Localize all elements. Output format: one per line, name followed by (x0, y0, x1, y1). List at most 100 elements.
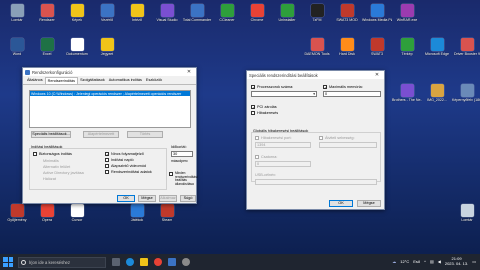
weather-label: 12°C (400, 258, 410, 264)
store-icon[interactable] (168, 258, 176, 266)
desktop-icon[interactable]: Visual Studio (152, 4, 182, 28)
cancel-button[interactable]: Mégse (138, 195, 156, 202)
desktop-icon[interactable]: Uninstaller (272, 4, 302, 28)
base-video-checkbox[interactable] (105, 164, 109, 168)
desktop-icon[interactable]: Word (2, 38, 32, 62)
desktop: Lomtár Rendszer Képek Vezérlő Intéző Visual S… (0, 0, 480, 254)
max-mem-input[interactable]: 0 (323, 91, 381, 97)
timeout-input[interactable]: 30 (171, 151, 193, 157)
tab-tools[interactable]: Eszközök (144, 77, 164, 84)
debug-checkbox[interactable] (251, 111, 255, 115)
pci-lock-checkbox[interactable]: ✓ (251, 105, 255, 110)
app-icon (10, 38, 24, 51)
windows-start-icon[interactable] (3, 257, 13, 267)
channel-input[interactable]: 0 (255, 161, 311, 167)
desktop-icon-label: SWAT3 (371, 52, 383, 56)
proc-count-select[interactable]: ▾ (251, 91, 317, 97)
chrome-icon[interactable] (154, 258, 162, 266)
desktop-icon[interactable]: Total Commander (182, 4, 212, 28)
max-mem-checkbox[interactable]: ✓ (323, 85, 327, 90)
tab-general[interactable]: Általános (25, 77, 45, 84)
desktop-icon[interactable]: Dokumentum (62, 38, 92, 62)
task-view-icon[interactable] (112, 258, 120, 266)
ok-button[interactable]: OK (117, 195, 135, 202)
baud-checkbox[interactable] (319, 136, 323, 140)
no-gui-checkbox[interactable]: ✓ (105, 152, 109, 157)
desktop-icon[interactable]: Lomtár (452, 204, 480, 228)
permanent-checkbox[interactable] (169, 172, 173, 176)
desktop-icon-label: Intéző (132, 18, 142, 22)
desktop-icon[interactable]: Rendszer (32, 4, 62, 28)
os-info-checkbox[interactable] (105, 170, 109, 174)
set-default-button[interactable]: Alapértelmezett (83, 131, 119, 138)
desktop-icon[interactable]: Brothers - The Ne... (392, 84, 422, 108)
usb-input[interactable] (255, 179, 377, 185)
close-icon[interactable]: ✕ (184, 69, 194, 76)
boot-log-checkbox[interactable] (105, 158, 109, 162)
desktop-icon[interactable]: Cursor (62, 204, 92, 228)
network-icon[interactable]: ▤ (430, 259, 434, 264)
desktop-icon[interactable]: SWAT3 (362, 38, 392, 62)
close-icon[interactable]: ✕ (372, 72, 382, 79)
edge-icon[interactable] (126, 258, 134, 266)
desktop-icon[interactable]: Gyűjtemény (2, 204, 32, 228)
desktop-icon[interactable]: Opera (32, 204, 62, 228)
debug-port-checkbox[interactable] (255, 136, 259, 140)
desktop-icon[interactable]: SWAT3 MOD (332, 4, 362, 28)
explorer-icon[interactable] (140, 258, 148, 266)
app-icon (10, 204, 24, 217)
desktop-icon-label: CCleaner (219, 18, 235, 22)
desktop-icon[interactable]: Windows Media Player (362, 4, 392, 28)
tab-startup[interactable]: Automatikus indítás (107, 77, 144, 84)
search-icon (21, 259, 26, 265)
taskbar-search-input[interactable]: Írjon ide a kereséshez (18, 256, 106, 268)
desktop-icon[interactable]: Chrome (242, 4, 272, 28)
desktop-icon[interactable]: Jegyzet (92, 38, 122, 62)
app-icon (220, 4, 234, 17)
desktop-icon[interactable]: Térkép (392, 38, 422, 62)
proc-count-checkbox[interactable]: ✓ (251, 85, 255, 90)
desktop-icon[interactable]: CCleaner (212, 4, 242, 28)
tab-boot[interactable]: Rendszerindítás (44, 77, 79, 84)
desktop-icon-label: Opera (42, 218, 52, 222)
app-icon (130, 204, 144, 217)
desktop-icon[interactable]: Driver Booster 9 (452, 38, 480, 62)
advanced-options-button[interactable]: Speciális beállítások... (31, 131, 71, 138)
desktop-icon[interactable]: DAEMON Tools (302, 38, 332, 62)
notification-icon[interactable]: ▭ (472, 259, 476, 264)
desktop-icon[interactable]: IMG_2022... (422, 84, 452, 108)
desktop-icon[interactable]: Képek (62, 4, 92, 28)
desktop-icon[interactable]: WinRAR.exe (392, 4, 422, 28)
desktop-icon[interactable]: Excel (32, 38, 62, 62)
desktop-icon[interactable]: 7zFM (302, 4, 332, 28)
safe-boot-checkbox[interactable] (33, 152, 37, 156)
dialog-cancel-button[interactable]: Mégse (357, 200, 381, 207)
dialog-title: Speciális rendszerindítási beállítások (249, 72, 318, 78)
desktop-icon[interactable]: Intéző (122, 4, 152, 28)
delete-button[interactable]: Törlés (127, 131, 163, 138)
clock-date: 2023. 04. 13. (444, 261, 469, 266)
tab-services[interactable]: Szolgáltatások (78, 77, 107, 84)
desktop-icon[interactable]: Vezérlő (92, 4, 122, 28)
desktop-icon-label: IMG_2022... (427, 98, 447, 102)
apply-button[interactable]: Alkalmaz (159, 195, 177, 202)
dialog-ok-button[interactable]: OK (329, 200, 353, 207)
clock[interactable]: 21:09 2023. 04. 13. (445, 256, 468, 266)
help-button[interactable]: Súgó (180, 195, 196, 202)
desktop-icon[interactable]: Microsoft Edge (422, 38, 452, 62)
baud-select[interactable] (319, 142, 377, 148)
app-icon (40, 4, 54, 17)
chevron-up-icon[interactable]: ^ (424, 259, 426, 264)
debug-port-select[interactable]: 1394 (255, 142, 311, 148)
desktop-icon[interactable]: Lomtár (2, 4, 32, 28)
desktop-icon[interactable]: Képernyőfelv (186).png (452, 84, 480, 108)
os-list-item[interactable]: Windows 10 (C:\Windows) : Jelenlegi oper… (30, 91, 190, 96)
volume-icon[interactable]: ◀ (438, 259, 441, 264)
weather-icon[interactable]: ☁ (392, 259, 396, 264)
os-list[interactable]: Windows 10 (C:\Windows) : Jelenlegi oper… (29, 90, 191, 128)
channel-checkbox[interactable] (255, 155, 259, 159)
desktop-icon[interactable]: Játékok (122, 204, 152, 228)
settings-icon[interactable] (182, 258, 190, 266)
desktop-icon[interactable]: Hard Disk (332, 38, 362, 62)
desktop-icon[interactable]: Steam (152, 204, 182, 228)
